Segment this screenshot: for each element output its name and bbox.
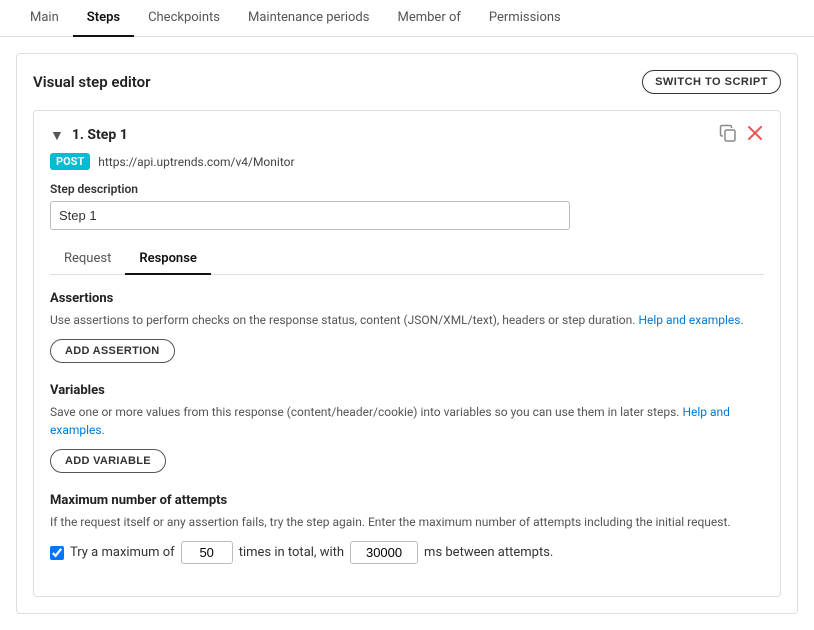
assertions-help-link[interactable]: Help and examples — [638, 313, 740, 327]
copy-icon[interactable] — [718, 123, 738, 147]
nav-tabs: Main Steps Checkpoints Maintenance perio… — [0, 0, 814, 37]
step-title: 1. Step 1 — [72, 127, 128, 143]
add-assertion-button[interactable]: ADD ASSERTION — [50, 339, 175, 363]
attempts-row: Try a maximum of times in total, with ms… — [50, 541, 764, 564]
max-attempts-section: Maximum number of attempts If the reques… — [50, 493, 764, 564]
tab-checkpoints[interactable]: Checkpoints — [134, 0, 234, 37]
sub-tab-response[interactable]: Response — [125, 244, 211, 275]
attempts-middle: times in total, with — [239, 545, 344, 560]
step-item: ▼ 1. Step 1 — [33, 110, 781, 597]
assertions-section: Assertions Use assertions to perform che… — [50, 291, 764, 363]
step-url-row: POST https://api.uptrends.com/v4/Monitor — [50, 153, 764, 170]
tab-main[interactable]: Main — [16, 0, 73, 37]
main-content: Visual step editor SWITCH TO SCRIPT ▼ 1.… — [0, 37, 814, 630]
max-attempts-description: If the request itself or any assertion f… — [50, 513, 764, 531]
delete-icon[interactable] — [746, 124, 764, 146]
variables-description: Save one or more values from this respon… — [50, 403, 764, 439]
editor-card: Visual step editor SWITCH TO SCRIPT ▼ 1.… — [16, 53, 798, 614]
assertions-description: Use assertions to perform checks on the … — [50, 311, 764, 329]
variables-title: Variables — [50, 383, 764, 398]
switch-to-script-button[interactable]: SWITCH TO SCRIPT — [642, 70, 781, 94]
step-header-row: ▼ 1. Step 1 — [50, 123, 764, 147]
assertions-title: Assertions — [50, 291, 764, 306]
attempts-prefix: Try a maximum of — [70, 545, 175, 560]
step-description-label: Step description — [50, 182, 764, 196]
step-url: https://api.uptrends.com/v4/Monitor — [98, 155, 294, 169]
tab-steps[interactable]: Steps — [73, 0, 134, 37]
step-title-left: ▼ 1. Step 1 — [50, 127, 128, 144]
page-wrapper: Main Steps Checkpoints Maintenance perio… — [0, 0, 814, 630]
add-variable-button[interactable]: ADD VARIABLE — [50, 449, 166, 473]
tab-member-of[interactable]: Member of — [383, 0, 474, 37]
variables-section: Variables Save one or more values from t… — [50, 383, 764, 473]
editor-title: Visual step editor — [33, 73, 151, 91]
step-description-input[interactable] — [50, 201, 570, 230]
method-badge: POST — [50, 153, 90, 170]
editor-header: Visual step editor SWITCH TO SCRIPT — [33, 70, 781, 94]
max-attempts-checkbox[interactable] — [50, 546, 64, 560]
sub-tabs: Request Response — [50, 244, 764, 275]
step-actions — [718, 123, 764, 147]
ms-value-input[interactable] — [350, 541, 418, 564]
sub-tab-request[interactable]: Request — [50, 244, 125, 275]
attempts-value-input[interactable] — [181, 541, 233, 564]
tab-maintenance-periods[interactable]: Maintenance periods — [234, 0, 383, 37]
max-attempts-title: Maximum number of attempts — [50, 493, 764, 508]
tab-permissions[interactable]: Permissions — [475, 0, 575, 37]
collapse-icon[interactable]: ▼ — [50, 127, 64, 144]
attempts-suffix: ms between attempts. — [424, 545, 553, 560]
